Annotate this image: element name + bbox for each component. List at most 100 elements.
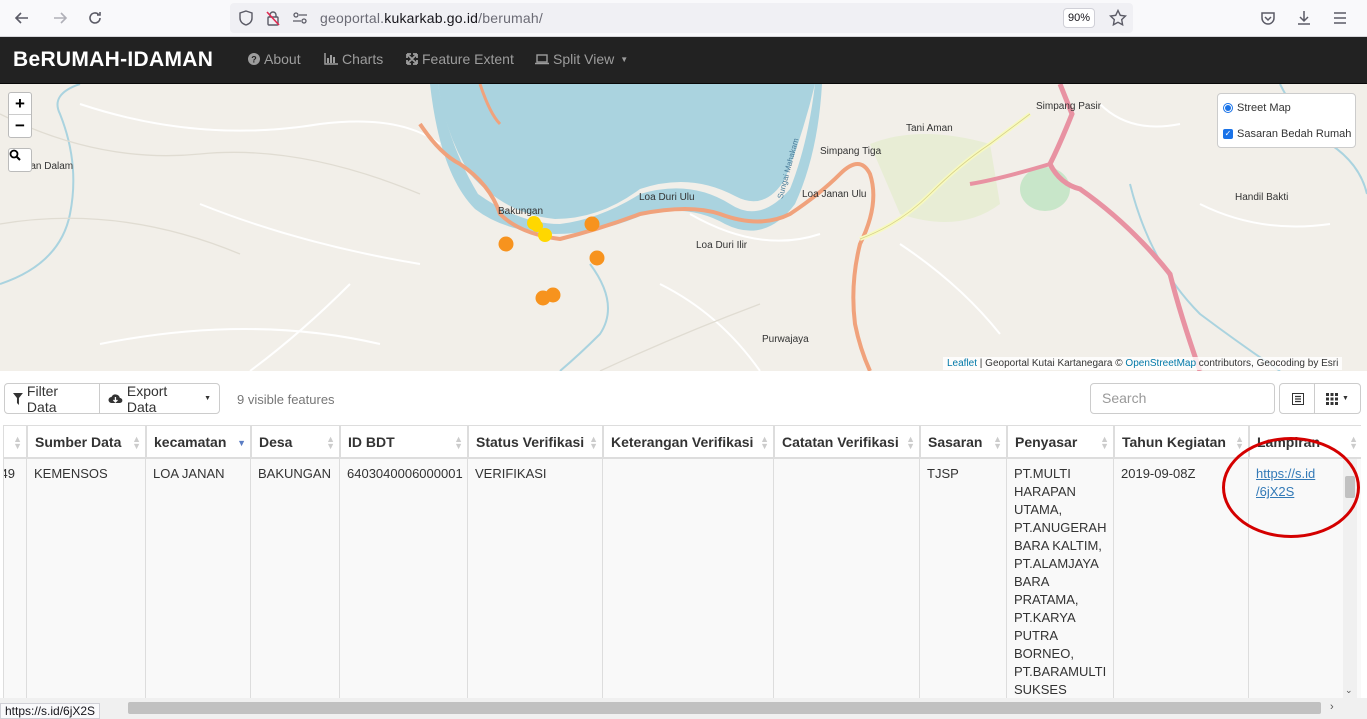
link-status-bar: https://s.id/6jX2S xyxy=(0,703,101,719)
sort-icon: ▲ ▼ xyxy=(132,434,141,451)
hamburger-icon xyxy=(1334,12,1346,24)
sort-icon: ▲ ▼ xyxy=(454,434,463,451)
map-label-tani-aman: Tani Aman xyxy=(906,123,953,134)
visible-features-count: 9 visible features xyxy=(237,392,335,407)
cell-catatan-verifikasi xyxy=(774,459,920,698)
nav-feature-extent-label: Feature Extent xyxy=(422,51,514,67)
horizontal-scrollbar[interactable]: › xyxy=(0,698,1367,719)
export-data-button[interactable]: Export Data ▼ xyxy=(99,383,220,415)
sort-icon: ▲ ▼ xyxy=(1349,434,1358,451)
caret-down-icon: ▼ xyxy=(1342,395,1349,402)
scroll-thumb[interactable] xyxy=(1345,476,1355,498)
map-label-loa-duri-ilir: Loa Duri Ilir xyxy=(696,240,748,251)
column-header-penyasar[interactable]: Penyasar ▲ ▼ xyxy=(1007,425,1114,459)
map-label-loa-janan-ulu: Loa Janan Ulu xyxy=(802,189,867,200)
zoom-out-button[interactable]: − xyxy=(9,115,31,137)
cell-sumber-data: KEMENSOS xyxy=(27,459,146,698)
layer-sasaran-label: Sasaran Bedah Rumah xyxy=(1237,128,1352,140)
caret-down-icon: ▼ xyxy=(204,395,211,402)
scroll-thumb[interactable] xyxy=(128,702,1321,714)
cell-status-verifikasi: VERIFIKASI xyxy=(468,459,603,698)
question-circle-icon: ? xyxy=(248,53,260,65)
nav-about[interactable]: ? About xyxy=(248,51,301,67)
bar-chart-icon xyxy=(324,53,338,65)
column-header-desa[interactable]: Desa ▲ ▼ xyxy=(251,425,340,459)
cell-id-bdt: 6403040006000001 xyxy=(340,459,468,698)
search-input[interactable]: Search xyxy=(1090,383,1275,414)
layer-street-map[interactable]: Street Map xyxy=(1223,102,1291,114)
column-header-lampiran[interactable]: Lampiran ▲ ▼ xyxy=(1249,425,1361,459)
cell-desa: BAKUNGAN xyxy=(251,459,340,698)
map-search-button[interactable] xyxy=(8,148,32,172)
zoom-in-button[interactable]: + xyxy=(9,93,31,115)
columns-menu-button[interactable]: ▼ xyxy=(1314,383,1361,414)
map-tiles[interactable] xyxy=(0,84,1367,371)
column-header-kecamatan[interactable]: kecamatan ▼ xyxy=(146,425,251,459)
magnifier-icon xyxy=(9,149,21,161)
scroll-down-icon[interactable]: ⌄ xyxy=(1345,685,1353,696)
laptop-icon xyxy=(535,54,549,65)
pocket-icon xyxy=(1261,12,1275,25)
insecure-lock-icon[interactable] xyxy=(265,10,281,26)
column-header-catatan-verifikasi[interactable]: Catatan Verifikasi ▲ ▼ xyxy=(774,425,920,459)
downloads-button[interactable] xyxy=(1290,4,1318,32)
shield-icon[interactable] xyxy=(238,10,254,26)
column-header-tahun-kegiatan[interactable]: Tahun Kegiatan ▲ ▼ xyxy=(1114,425,1249,459)
forward-arrow-icon xyxy=(54,12,68,24)
nav-feature-extent[interactable]: Feature Extent xyxy=(406,51,514,67)
scroll-right-icon[interactable]: › xyxy=(1330,701,1334,713)
svg-text:?: ? xyxy=(251,55,257,65)
address-bar[interactable]: geoportal.kukarkab.go.id/berumah/ 90% xyxy=(230,3,1133,33)
toggle-columns-button[interactable] xyxy=(1279,383,1317,414)
nav-charts[interactable]: Charts xyxy=(324,51,383,67)
cell-tahun-kegiatan: 2019-09-08Z xyxy=(1114,459,1249,698)
sort-icon: ▲ ▼ xyxy=(13,434,22,451)
reload-button[interactable] xyxy=(81,4,109,32)
column-header-sumber-data[interactable]: Sumber Data ▲ ▼ xyxy=(27,425,146,459)
fullscreen-icon xyxy=(406,53,418,65)
nav-split-view-label: Split View xyxy=(553,51,615,67)
back-button[interactable] xyxy=(8,4,36,32)
checkbox-checked-icon[interactable]: ✓ xyxy=(1223,129,1233,139)
zoom-level-badge[interactable]: 90% xyxy=(1063,8,1095,28)
nav-split-view[interactable]: Split View ▼ xyxy=(535,51,628,67)
grid-icon xyxy=(1326,392,1339,405)
pocket-button[interactable] xyxy=(1254,4,1282,32)
app-brand[interactable]: BeRUMAH-IDAMAN xyxy=(13,48,213,72)
map-label-simpang-tiga: Simpang Tiga xyxy=(820,146,882,157)
layer-sasaran-bedah-rumah[interactable]: ✓ Sasaran Bedah Rumah xyxy=(1223,128,1351,140)
filter-data-button[interactable]: Filter Data xyxy=(4,383,100,415)
cloud-download-icon xyxy=(108,393,123,403)
map-label-purwajaya: Purwajaya xyxy=(762,334,809,345)
leaflet-link[interactable]: Leaflet xyxy=(947,358,977,369)
column-header-keterangan-verifikasi[interactable]: Keterangan Verifikasi ▲ ▼ xyxy=(603,425,774,459)
radio-selected-icon[interactable] xyxy=(1223,103,1233,113)
sort-icon: ▲ ▼ xyxy=(1100,434,1109,451)
menu-button[interactable] xyxy=(1326,4,1354,32)
column-header-id-bdt[interactable]: ID BDT ▲ ▼ xyxy=(340,425,468,459)
layer-control: Street Map ✓ Sasaran Bedah Rumah xyxy=(1217,93,1356,148)
cell-id: 49 xyxy=(4,459,27,698)
sort-icon: ▲ ▼ xyxy=(589,434,598,451)
permissions-icon[interactable] xyxy=(292,11,308,25)
forward-button[interactable] xyxy=(46,4,74,32)
sort-icon: ▲ ▼ xyxy=(993,434,1002,451)
list-icon xyxy=(1292,392,1304,405)
download-icon xyxy=(1298,11,1310,25)
column-header-status-verifikasi[interactable]: Status Verifikasi ▲ ▼ xyxy=(468,425,603,459)
column-header-sasaran[interactable]: Sasaran ▲ ▼ xyxy=(920,425,1007,459)
lampiran-link[interactable]: https://s.id/6jX2S xyxy=(1256,465,1355,501)
cell-penyasar: PT.MULTI HARAPAN UTAMA, PT.ANUGERAH BARA… xyxy=(1007,459,1114,698)
data-table: ▲ ▼ Sumber Data ▲ ▼ kecamatan ▼ Desa ▲ ▼ ID BD… xyxy=(3,425,1361,698)
map-view[interactable]: Bakungan Loa Duri Ulu Loa Duri Ilir Loa … xyxy=(0,84,1367,371)
nav-charts-label: Charts xyxy=(342,51,384,67)
vertical-scrollbar[interactable]: ⌄ xyxy=(1343,459,1357,698)
map-label-simpang-pasir: Simpang Pasir xyxy=(1036,101,1102,112)
zoom-control: + − xyxy=(8,92,32,138)
osm-link[interactable]: OpenStreetMap xyxy=(1125,358,1196,369)
reload-icon xyxy=(89,12,101,24)
column-header-id[interactable]: ▲ ▼ xyxy=(4,425,27,459)
table-toolbar: Filter Data Export Data ▼ 9 visible feat… xyxy=(0,371,1367,425)
bookmark-star-icon[interactable] xyxy=(1109,9,1127,27)
filter-icon xyxy=(13,392,23,405)
